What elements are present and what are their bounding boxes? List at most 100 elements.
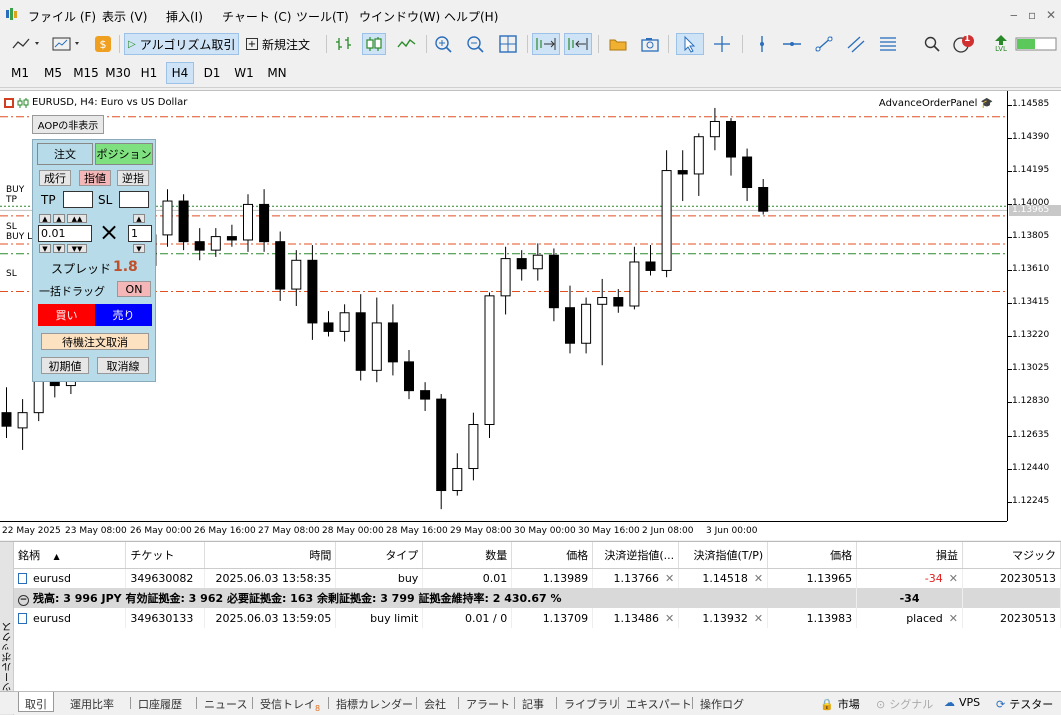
col-type[interactable]: タイプ: [335, 542, 424, 569]
tab-news[interactable]: ニュース: [204, 696, 247, 712]
close-position-icon[interactable]: ✕: [949, 572, 958, 585]
cancel-line-button[interactable]: 取消線: [97, 357, 149, 374]
trend-line-icon[interactable]: [812, 33, 836, 55]
table-row[interactable]: eurusd 349630082 2025.06.03 13:58:35 buy…: [14, 568, 1061, 588]
tf-d1[interactable]: D1: [198, 62, 226, 84]
tab-calendar[interactable]: 指標カレンダー: [336, 696, 413, 712]
crosshair-icon[interactable]: [710, 33, 734, 55]
tab-library[interactable]: ライブラリ: [564, 696, 619, 712]
auto-scroll-icon[interactable]: [532, 33, 560, 55]
multiplier-up-icon[interactable]: ▲: [133, 214, 145, 223]
zoom-in-icon[interactable]: [432, 33, 456, 55]
tf-h4[interactable]: H4: [166, 62, 194, 84]
tab-company[interactable]: 会社: [424, 696, 446, 712]
dollar-icon[interactable]: $: [93, 33, 113, 55]
remove-tp-icon[interactable]: ✕: [754, 612, 763, 625]
toolbox-side-tab[interactable]: ツールボックス: [0, 542, 14, 715]
algo-trading-button[interactable]: ▷ アルゴリズム取引: [124, 33, 240, 55]
tile-windows-icon[interactable]: [496, 33, 520, 55]
folder-icon[interactable]: [606, 33, 630, 55]
tab-alerts[interactable]: アラート: [466, 696, 510, 712]
tab-history[interactable]: 口座履歴: [138, 696, 182, 712]
channel-icon[interactable]: [844, 33, 868, 55]
notifications-icon[interactable]: 1: [952, 33, 978, 55]
lot-down-icon[interactable]: ▼: [53, 244, 65, 253]
lot-up-fast-icon[interactable]: ▲▲: [67, 214, 87, 223]
minimize-icon[interactable]: ‒: [1010, 8, 1018, 22]
fibonacci-icon[interactable]: [876, 33, 900, 55]
remove-tp-icon[interactable]: ✕: [754, 572, 763, 585]
delete-order-icon[interactable]: ✕: [949, 612, 958, 625]
tab-exposure[interactable]: 運用比率: [70, 696, 114, 712]
tester-button[interactable]: ⟳ テスター: [996, 696, 1053, 712]
signals-button[interactable]: ⊙ シグナル: [876, 696, 933, 712]
col-symbol[interactable]: 銘柄 ▲: [14, 542, 127, 569]
cursor-icon[interactable]: [676, 33, 704, 55]
tab-order[interactable]: 注文: [37, 143, 93, 165]
lot-down-fast-icon[interactable]: ▼▼: [67, 244, 87, 253]
bar-chart-icon[interactable]: [332, 33, 356, 55]
sell-button[interactable]: 売り: [95, 304, 152, 326]
screenshot-icon[interactable]: [638, 33, 662, 55]
multiplier-input[interactable]: 1: [128, 225, 152, 242]
tab-mailbox[interactable]: 受信トレイ8: [260, 696, 320, 713]
col-price[interactable]: 価格: [511, 542, 594, 569]
market-order-button[interactable]: 成行: [39, 170, 71, 186]
chart-type-icon[interactable]: [8, 33, 44, 55]
tf-h1[interactable]: H1: [136, 62, 162, 84]
tf-w1[interactable]: W1: [230, 62, 258, 84]
line-chart-icon[interactable]: [394, 33, 420, 55]
limit-order-button[interactable]: 指値: [79, 170, 111, 186]
menu-help[interactable]: ヘルプ(H): [444, 8, 498, 25]
tab-experts[interactable]: エキスパート: [626, 696, 692, 712]
menu-tools[interactable]: ツール(T): [296, 8, 349, 25]
row-sl-cell[interactable]: 1.13486 ✕: [592, 608, 680, 628]
multiplier-down-icon[interactable]: ▼: [133, 244, 145, 253]
table-row[interactable]: eurusd 349630133 2025.06.03 13:59:05 buy…: [14, 608, 1061, 628]
col-ticket[interactable]: チケット: [125, 542, 206, 569]
tab-trade[interactable]: 取引: [18, 692, 54, 712]
close-icon[interactable]: ✕: [1046, 8, 1056, 22]
market-button[interactable]: 🔒 市場: [820, 696, 860, 712]
vps-button[interactable]: ☁ VPS: [944, 696, 980, 709]
chart-menu-icon[interactable]: [4, 97, 14, 108]
sl-input[interactable]: [119, 191, 149, 208]
chart-shift-icon[interactable]: [564, 33, 592, 55]
lot-up-small-icon[interactable]: ▲: [39, 214, 51, 223]
stop-order-button[interactable]: 逆指: [117, 170, 149, 186]
chart-window[interactable]: EURUSD, H4: Euro vs US Dollar AdvanceOrd…: [0, 90, 1061, 540]
tf-mn[interactable]: MN: [262, 62, 292, 84]
col-magic[interactable]: マジック: [962, 542, 1061, 569]
collapse-icon[interactable]: −: [18, 595, 29, 606]
menu-chart[interactable]: チャート (C): [222, 8, 291, 25]
tf-m1[interactable]: M1: [6, 62, 34, 84]
lot-up-icon[interactable]: ▲: [53, 214, 65, 223]
candlestick-icon[interactable]: [362, 33, 386, 55]
col-profit[interactable]: 損益: [856, 542, 963, 569]
col-sl[interactable]: 決済逆指値(...: [592, 542, 680, 569]
tab-journal[interactable]: 操作ログ: [700, 696, 744, 712]
search-icon[interactable]: [922, 33, 942, 55]
row-sl-cell[interactable]: 1.13766 ✕: [592, 568, 680, 588]
hide-aop-button[interactable]: AOPの非表示: [32, 115, 104, 134]
row-tp-cell[interactable]: 1.13932 ✕: [678, 608, 769, 628]
tab-articles[interactable]: 記事: [522, 696, 544, 712]
menu-view[interactable]: 表示 (V): [102, 8, 147, 25]
menu-insert[interactable]: 挿入(I): [166, 8, 203, 25]
remove-sl-icon[interactable]: ✕: [665, 572, 674, 585]
lot-input[interactable]: 0.01: [38, 225, 92, 242]
lot-down-small-icon[interactable]: ▼: [39, 244, 51, 253]
bulk-drag-toggle[interactable]: ON: [117, 281, 151, 297]
new-order-button[interactable]: + 新規注文: [243, 33, 313, 55]
menu-window[interactable]: ウインドウ(W): [359, 8, 440, 25]
tf-m15[interactable]: M15: [70, 62, 102, 84]
reset-button[interactable]: 初期値: [41, 357, 89, 374]
col-time[interactable]: 時間: [204, 542, 337, 569]
buy-button[interactable]: 買い: [38, 304, 95, 326]
cancel-pending-button[interactable]: 待機注文取消: [41, 333, 149, 350]
col-volume[interactable]: 数量: [422, 542, 513, 569]
restore-icon[interactable]: ▫: [1028, 8, 1036, 22]
tf-m5[interactable]: M5: [39, 62, 67, 84]
tp-input[interactable]: [63, 191, 93, 208]
template-icon[interactable]: [48, 33, 84, 55]
